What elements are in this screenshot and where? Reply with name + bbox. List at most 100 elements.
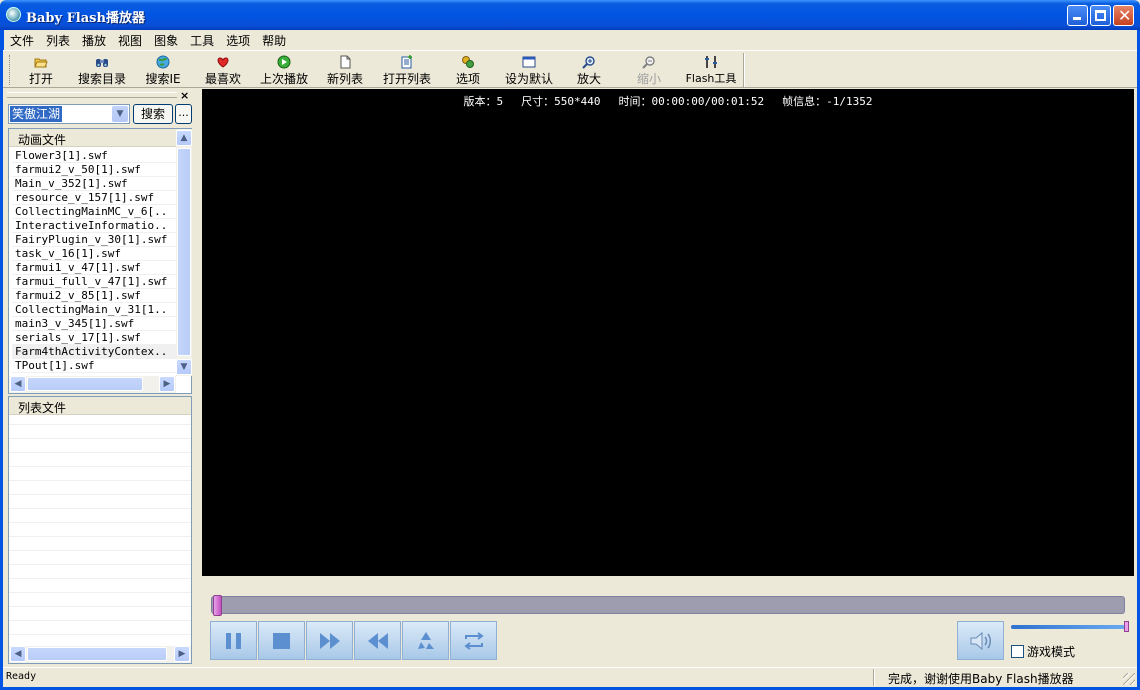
file-list-item[interactable]: serials_v_17[1].swf	[12, 331, 176, 345]
close-icon: ✕	[1118, 6, 1132, 25]
close-button[interactable]: ✕	[1113, 5, 1134, 26]
menu-tools[interactable]: 工具	[184, 30, 220, 50]
vertical-scrollbar[interactable]: ▲ ▼	[176, 129, 192, 376]
status-divider	[873, 669, 875, 686]
fast-forward-button[interactable]	[306, 621, 353, 660]
h-scroll-thumb[interactable]	[27, 647, 167, 661]
scroll-right-icon[interactable]: ▶	[174, 646, 190, 662]
menu-view[interactable]: 视图	[112, 30, 148, 50]
file-list-item[interactable]: Farm4thActivityContex..	[12, 345, 176, 359]
options-icon	[462, 56, 474, 68]
file-list-item[interactable]: InteractiveInformatio..	[12, 219, 176, 233]
title-bar[interactable]: Baby Flash播放器 ✕	[0, 0, 1140, 30]
file-list-body: Flower3[1].swf farmui2_v_50[1].swf Main_v_…	[12, 149, 176, 378]
browse-button[interactable]: ...	[175, 104, 192, 124]
maximize-button[interactable]	[1090, 5, 1111, 26]
list-document-icon	[401, 55, 412, 69]
rewind-button[interactable]	[354, 621, 401, 660]
flash-tools-button[interactable]: Flash工具	[683, 53, 739, 87]
menu-file[interactable]: 文件	[4, 30, 40, 50]
volume-button[interactable]	[957, 621, 1004, 660]
loop-icon	[464, 632, 484, 650]
movie-info: 版本：5 尺寸：550*440 时间：00:00:00/00:01:52 帧信息：-1…	[202, 93, 1134, 109]
open-list-button[interactable]: 打开列表	[381, 53, 433, 87]
menu-play[interactable]: 播放	[76, 30, 112, 50]
file-list-item[interactable]: FairyPlugin_v_30[1].swf	[12, 233, 176, 247]
menu-image[interactable]: 图象	[148, 30, 184, 50]
scroll-left-icon[interactable]: ◀	[10, 376, 26, 392]
new-document-icon	[340, 55, 351, 69]
info-version: 版本：5	[463, 95, 504, 108]
panel-grip[interactable]	[7, 92, 177, 98]
file-list-item[interactable]: task_v_16[1].swf	[12, 247, 176, 261]
seek-thumb[interactable]	[213, 595, 222, 616]
favorites-button[interactable]: 最喜欢	[203, 53, 243, 87]
file-list-item[interactable]: farmui1_v_47[1].swf	[12, 261, 176, 275]
tools-icon	[705, 56, 717, 68]
status-text-left: Ready	[6, 671, 37, 682]
search-ie-button[interactable]: 搜索IE	[143, 53, 183, 87]
search-button[interactable]: 搜索	[133, 104, 173, 124]
file-list-item[interactable]: CollectingMainMC_v_6[..	[12, 205, 176, 219]
file-list-item[interactable]: main3_v_345[1].swf	[12, 317, 176, 331]
game-mode-checkbox[interactable]	[1011, 645, 1024, 658]
playback-controls: 游戏模式	[202, 577, 1134, 665]
loop-button[interactable]	[450, 621, 497, 660]
scroll-right-icon[interactable]: ▶	[159, 376, 175, 392]
info-time: 时间：00:00:00/00:01:52	[618, 95, 765, 108]
volume-slider[interactable]	[1011, 621, 1129, 632]
stop-button[interactable]	[258, 621, 305, 660]
file-list-item[interactable]: TPout[1].swf	[12, 359, 176, 373]
file-list-item[interactable]: CollectingMain_v_31[1..	[12, 303, 176, 317]
app-icon[interactable]	[6, 7, 21, 22]
chevron-down-icon[interactable]: ▼	[112, 106, 128, 122]
zoom-out-icon	[642, 56, 655, 69]
options-button[interactable]: 选项	[453, 53, 483, 87]
search-combo-value: 笑傲江湖	[10, 106, 63, 122]
pause-button[interactable]	[210, 621, 257, 660]
horizontal-scrollbar[interactable]: ◀ ▶	[9, 376, 176, 393]
status-text-right: 完成，谢谢使用Baby Flash播放器	[888, 672, 1074, 686]
seek-bar[interactable]	[211, 595, 1125, 616]
toolbar-grip[interactable]	[9, 55, 12, 85]
scroll-down-icon[interactable]: ▼	[176, 359, 192, 375]
h-scroll-thumb[interactable]	[27, 377, 143, 391]
file-list-item[interactable]: farmui_full_v_47[1].swf	[12, 275, 176, 289]
file-list-item[interactable]: Main_v_352[1].swf	[12, 177, 176, 191]
flash-display[interactable]: 版本：5 尺寸：550*440 时间：00:00:00/00:01:52 帧信息：-1…	[202, 89, 1134, 576]
set-default-button[interactable]: 设为默认	[503, 53, 555, 87]
search-combo[interactable]: 笑傲江湖 ▼	[8, 104, 130, 124]
recycle-button[interactable]	[402, 621, 449, 660]
playlist-file-list[interactable]: 列表文件 ◀ ▶	[8, 396, 192, 664]
info-frame: 帧信息：-1/1352	[782, 95, 873, 108]
panel-close-icon[interactable]: ×	[180, 89, 189, 102]
game-mode-option[interactable]: 游戏模式	[1011, 643, 1075, 660]
folder-open-icon	[34, 58, 48, 68]
playlist-files-header[interactable]: 列表文件	[9, 397, 191, 415]
minimize-icon	[1073, 17, 1081, 20]
open-button[interactable]: 打开	[23, 53, 59, 87]
window-title: Baby Flash播放器	[26, 11, 145, 26]
zoom-out-button[interactable]: 缩小	[635, 53, 663, 87]
menu-options[interactable]: 选项	[220, 30, 256, 50]
file-list-item[interactable]: farmui2_v_85[1].swf	[12, 289, 176, 303]
resize-grip-icon[interactable]	[1123, 673, 1135, 685]
file-list-item[interactable]: farmui2_v_50[1].swf	[12, 163, 176, 177]
volume-thumb[interactable]	[1124, 621, 1129, 632]
menu-list[interactable]: 列表	[40, 30, 76, 50]
scroll-thumb[interactable]	[177, 148, 191, 356]
scroll-up-icon[interactable]: ▲	[176, 130, 192, 146]
horizontal-scrollbar-2[interactable]: ◀ ▶	[9, 646, 191, 663]
new-list-button[interactable]: 新列表	[325, 53, 365, 87]
file-list-item[interactable]: Flower3[1].swf	[12, 149, 176, 163]
file-list-item[interactable]: resource_v_157[1].swf	[12, 191, 176, 205]
last-play-button[interactable]: 上次播放	[259, 53, 309, 87]
zoom-in-button[interactable]: 放大	[575, 53, 603, 87]
minimize-button[interactable]	[1067, 5, 1088, 26]
scroll-left-icon[interactable]: ◀	[10, 646, 26, 662]
animation-file-list[interactable]: 动画文件 Flower3[1].swf farmui2_v_50[1].swf Ma…	[8, 128, 192, 394]
menu-help[interactable]: 帮助	[256, 30, 292, 50]
fast-forward-icon	[320, 633, 340, 649]
search-dir-button[interactable]: 搜索目录	[75, 53, 129, 87]
animation-files-header[interactable]: 动画文件	[9, 129, 176, 147]
